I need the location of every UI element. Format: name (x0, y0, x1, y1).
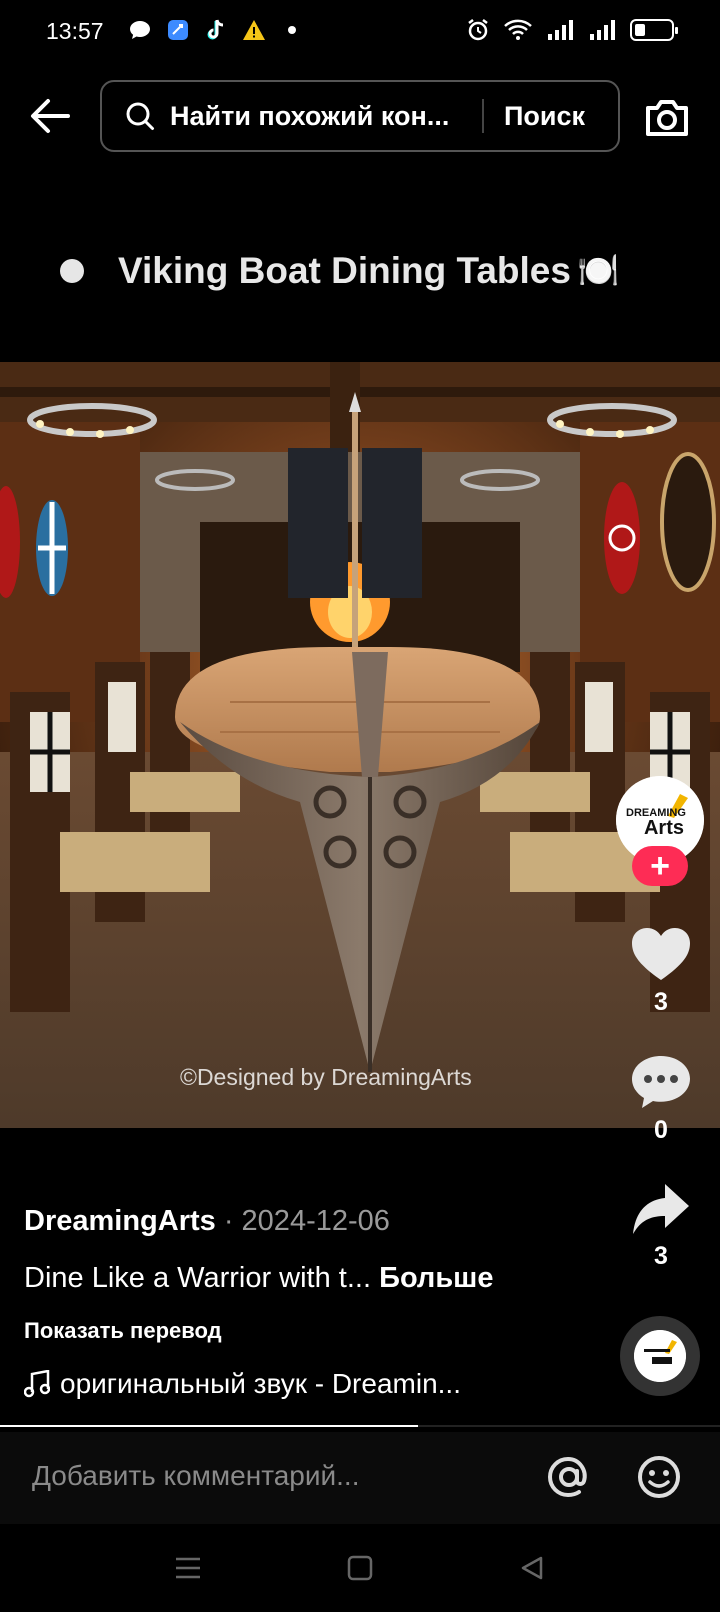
mention-button[interactable] (544, 1452, 594, 1502)
caption: Dine Like a Warrior with t... Больше (24, 1262, 493, 1295)
search-icon (124, 100, 156, 132)
alarm-icon (466, 18, 490, 42)
post-date: · 2024-12-06 (215, 1205, 390, 1237)
camera-icon (646, 100, 688, 136)
share-arrow-icon (633, 1184, 689, 1234)
warning-icon (242, 18, 266, 42)
nav-back-button[interactable] (512, 1548, 552, 1588)
status-bar: 13:57 (0, 0, 720, 66)
back-button[interactable] (26, 92, 74, 140)
system-nav-bar (0, 1524, 720, 1612)
share-count: 3 (654, 1242, 668, 1270)
comment-bar: Добавить комментарий... (0, 1432, 720, 1524)
search-button[interactable]: Поиск (504, 101, 585, 132)
like-count: 3 (654, 988, 668, 1016)
share-button[interactable]: 3 (626, 1182, 696, 1271)
nav-menu-button[interactable] (168, 1548, 208, 1588)
comment-count: 0 (654, 1116, 668, 1144)
emoji-button[interactable] (634, 1452, 684, 1502)
search-bar[interactable]: Найти похожий кон... Поиск (100, 80, 620, 152)
back-triangle-icon (521, 1556, 543, 1580)
wifi-icon (502, 18, 534, 42)
caption-text: Dine Like a Warrior with t... (24, 1262, 380, 1294)
comment-input[interactable]: Добавить комментарий... (32, 1460, 359, 1492)
search-divider (482, 99, 484, 133)
viking-dining-room-image (0, 362, 720, 1128)
video-title: Viking Boat Dining Tables 🍽️ (60, 250, 619, 292)
sound-link[interactable]: оригинальный звук - Dreamin... (24, 1368, 461, 1400)
system-icons (466, 18, 678, 42)
chat-bubble-icon (128, 18, 152, 42)
arrow-left-icon (31, 99, 70, 133)
smiley-icon (638, 1456, 680, 1498)
dreamingarts-small-logo-icon (634, 1330, 686, 1382)
plate-cutlery-icon: 🍽️ (576, 252, 620, 290)
video-progress-bar[interactable] (0, 1425, 720, 1427)
video-frame[interactable]: ©Designed by DreamingArts (0, 362, 720, 1128)
video-title-text: Viking Boat Dining Tables (118, 250, 571, 291)
music-note-icon (24, 1369, 52, 1399)
camera-button[interactable] (642, 96, 692, 140)
battery-icon (630, 19, 678, 41)
video-progress-fill (0, 1425, 418, 1427)
author-name[interactable]: DreamingArts (24, 1205, 216, 1237)
like-button[interactable]: 3 (626, 926, 696, 1017)
watermark-text: ©Designed by DreamingArts (180, 1064, 472, 1090)
app-notification-icon (166, 18, 190, 42)
music-disc-avatar (634, 1330, 686, 1382)
at-sign-icon (547, 1456, 587, 1498)
sound-name: оригинальный звук - Dreamin... (60, 1368, 461, 1399)
status-time: 13:57 (46, 18, 104, 44)
title-bullet (60, 259, 84, 283)
signal-icon-1 (546, 18, 576, 42)
heart-icon (632, 928, 690, 980)
more-link[interactable]: Больше (379, 1262, 493, 1294)
signal-icon-2 (588, 18, 618, 42)
nav-home-button[interactable] (340, 1548, 380, 1588)
home-square-icon (347, 1555, 373, 1581)
more-notifications-dot-icon (280, 18, 304, 42)
comment-dots-icon (632, 1056, 690, 1108)
comment-button[interactable]: 0 (626, 1054, 696, 1145)
notification-icons (128, 18, 304, 42)
follow-button[interactable]: + (632, 846, 688, 886)
show-translation-link[interactable]: Показать перевод (24, 1318, 222, 1344)
menu-lines-icon (176, 1557, 200, 1579)
search-input[interactable]: Найти похожий кон... (170, 101, 470, 132)
avatar-logo-line2: Arts (644, 817, 684, 839)
author-line: DreamingArts · 2024-12-06 (24, 1205, 390, 1238)
music-disc[interactable] (620, 1316, 700, 1396)
tiktok-icon (204, 18, 228, 42)
